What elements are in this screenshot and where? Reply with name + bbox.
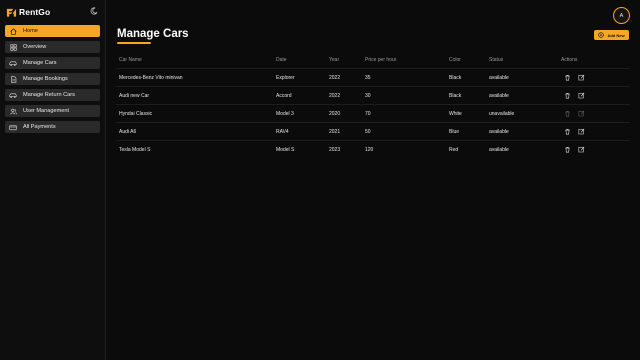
- document-icon: [9, 75, 17, 83]
- sidebar-item-label: Manage Cars: [23, 60, 57, 66]
- credit-card-icon: [9, 123, 17, 131]
- delete-icon[interactable]: [564, 92, 571, 99]
- column-header-year: Year: [329, 57, 340, 63]
- cell-year: 2021: [329, 129, 341, 135]
- table-row: Hyndai Classic Model 3 2020 70 White una…: [116, 104, 630, 122]
- cell-status: available: [489, 147, 509, 153]
- cell-car-name: Tesla Model S: [119, 147, 151, 153]
- sidebar-item-manage-return-cars[interactable]: Manage Return Cars: [5, 89, 100, 101]
- cell-price: 70: [365, 111, 371, 117]
- brand[interactable]: RentGo: [6, 6, 50, 18]
- sidebar-item-label: Manage Return Cars: [23, 92, 75, 98]
- cell-price: 35: [365, 75, 371, 81]
- cell-status: available: [489, 93, 509, 99]
- edit-icon[interactable]: [578, 146, 585, 153]
- cell-date: Model S: [276, 147, 295, 153]
- title-underline: [117, 42, 151, 44]
- sidebar-item-label: Manage Bookings: [23, 76, 68, 82]
- column-header-actions: Actions: [561, 57, 578, 63]
- sidebar-item-manage-cars[interactable]: Manage Cars: [5, 57, 100, 69]
- cell-price: 120: [365, 147, 374, 153]
- cell-color: White: [449, 111, 462, 117]
- edit-icon[interactable]: [578, 128, 585, 135]
- main-content: A Manage Cars Add New Car Name Date Year…: [107, 0, 640, 360]
- delete-icon[interactable]: [564, 128, 571, 135]
- cell-date: Accord: [276, 93, 292, 99]
- cell-car-name: Mercedes-Benz Vito minivan: [119, 75, 183, 81]
- cell-status: available: [489, 129, 509, 135]
- column-header-status: Status: [489, 57, 504, 63]
- table-row: Mercedes-Benz Vito minivan Explorer 2022…: [116, 68, 630, 86]
- logo-icon: [6, 8, 17, 17]
- sidebar-item-all-payments[interactable]: All Payments: [5, 121, 100, 133]
- delete-icon[interactable]: [564, 146, 571, 153]
- edit-icon[interactable]: [578, 74, 585, 81]
- cell-status: unavailable: [489, 111, 515, 117]
- car-icon: [9, 59, 17, 67]
- sidebar-item-label: All Payments: [23, 124, 56, 130]
- table-row: Audi A6 RAV4 2021 50 Blue available: [116, 122, 630, 140]
- page-title: Manage Cars: [117, 28, 189, 40]
- column-header-color: Color: [449, 57, 461, 63]
- cell-price: 50: [365, 129, 371, 135]
- cell-price: 30: [365, 93, 371, 99]
- table-header: Car Name Date Year Price per hour Color …: [116, 54, 630, 68]
- cell-status: available: [489, 75, 509, 81]
- table-row: Audi new Car Accord 2022 30 Black availa…: [116, 86, 630, 104]
- sidebar-nav: Home Overview Manage Cars Manage Booking…: [5, 25, 100, 137]
- delete-icon[interactable]: [564, 74, 571, 81]
- cell-year: 2022: [329, 75, 341, 81]
- avatar[interactable]: A: [613, 7, 630, 24]
- grid-icon: [9, 43, 17, 51]
- edit-icon: [578, 110, 585, 117]
- cell-color: Black: [449, 93, 462, 99]
- sidebar: RentGo Home Overview Manage Cars Manage …: [0, 0, 106, 360]
- edit-icon[interactable]: [578, 92, 585, 99]
- sidebar-item-manage-bookings[interactable]: Manage Bookings: [5, 73, 100, 85]
- sidebar-item-overview[interactable]: Overview: [5, 41, 100, 53]
- cell-car-name: Audi A6: [119, 129, 137, 135]
- cell-color: Black: [449, 75, 462, 81]
- add-new-label: Add New: [607, 32, 625, 38]
- avatar-initial: A: [619, 12, 624, 19]
- sidebar-item-home[interactable]: Home: [5, 25, 100, 37]
- delete-icon: [565, 110, 570, 117]
- cars-table: Car Name Date Year Price per hour Color …: [116, 54, 630, 158]
- add-new-button[interactable]: Add New: [594, 30, 629, 40]
- cell-car-name: Audi new Car: [119, 93, 150, 99]
- cell-date: Model 3: [276, 111, 294, 117]
- cell-car-name: Hyndai Classic: [119, 111, 153, 117]
- column-header-date: Date: [276, 57, 287, 63]
- plus-circle-icon: [598, 32, 605, 38]
- column-header-price: Price per hour: [365, 57, 397, 63]
- brand-name: RentGo: [19, 7, 51, 17]
- cell-date: Explorer: [276, 75, 295, 81]
- moon-icon[interactable]: [90, 7, 98, 15]
- cell-year: 2020: [329, 111, 341, 117]
- sidebar-item-user-management[interactable]: User Management: [5, 105, 100, 117]
- sidebar-item-label: User Management: [23, 108, 70, 114]
- car-return-icon: [9, 91, 17, 99]
- cell-year: 2022: [329, 93, 341, 99]
- cell-color: Blue: [449, 129, 460, 135]
- table-row: Tesla Model S Model S 2023 120 Red avail…: [116, 140, 630, 158]
- column-header-car-name: Car Name: [119, 57, 142, 63]
- home-icon: [9, 27, 17, 35]
- sidebar-item-label: Home: [23, 28, 38, 34]
- users-icon: [9, 107, 17, 115]
- sidebar-item-label: Overview: [23, 44, 47, 50]
- cell-date: RAV4: [276, 129, 289, 135]
- cell-year: 2023: [329, 147, 341, 153]
- cell-color: Red: [449, 147, 459, 153]
